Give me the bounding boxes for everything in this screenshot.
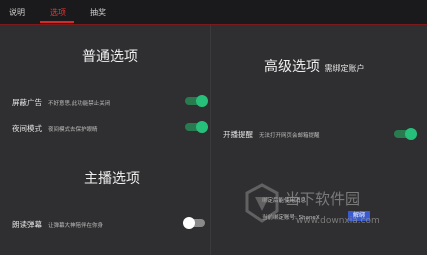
tab-options[interactable]: 选项: [50, 7, 66, 18]
host-options-title: 主播选项: [84, 171, 140, 187]
read-danmaku-label: 朗读弹幕: [12, 220, 42, 229]
toggle-knob: [196, 121, 208, 133]
night-mode-label: 夜间模式: [12, 124, 42, 133]
advanced-title-text: 高级选项: [264, 59, 320, 75]
block-ads-label: 屏蔽广告: [12, 98, 42, 107]
watermark-url: www.downxia.com: [296, 216, 380, 226]
tab-lottery[interactable]: 抽奖: [90, 7, 106, 18]
live-reminder-toggle[interactable]: [394, 128, 417, 140]
night-mode-toggle[interactable]: [185, 121, 208, 133]
block-ads-desc: 不好意思,此功能禁止关闭: [48, 101, 111, 107]
watermark-logo-icon: [245, 183, 279, 223]
tab-instructions[interactable]: 说明: [9, 7, 25, 18]
block-ads-toggle[interactable]: [185, 95, 208, 107]
read-danmaku-toggle[interactable]: [183, 217, 205, 229]
advanced-options-title: 高级选项 需绑定账户: [264, 56, 364, 76]
toggle-knob: [183, 217, 195, 229]
toggle-knob: [196, 95, 208, 107]
watermark-name: 当下软件园: [285, 190, 361, 208]
live-reminder-desc: 无法打开网页会邮箱提醒: [259, 133, 320, 139]
live-reminder-label: 开播提醒: [223, 130, 253, 139]
active-tab-indicator: [40, 21, 74, 23]
general-options-title: 普通选项: [82, 49, 138, 65]
read-danmaku-desc: 让弹幕大神陪伴在你身: [48, 223, 104, 229]
toggle-knob: [405, 128, 417, 140]
night-mode-desc: 夜间模式去保护眼睛: [48, 127, 98, 133]
left-panel: 普通选项 屏蔽广告 不好意思,此功能禁止关闭 夜间模式 夜间模式去保护眼睛 主播…: [0, 25, 211, 255]
advanced-subtitle: 需绑定账户: [324, 64, 365, 73]
tab-bar: 说明 选项 抽奖: [0, 0, 427, 25]
